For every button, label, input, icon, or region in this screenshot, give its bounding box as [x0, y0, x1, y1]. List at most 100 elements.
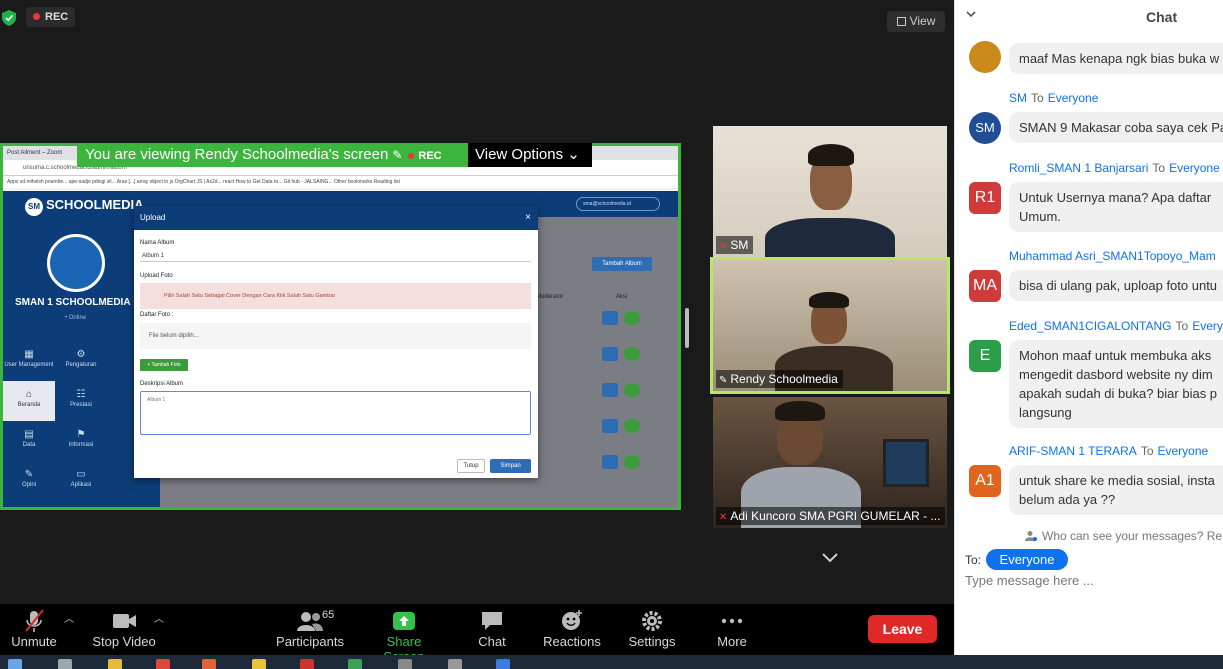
chrome-icon[interactable]	[300, 659, 314, 669]
grid-icon	[896, 17, 906, 26]
folder-icon[interactable]	[108, 659, 122, 669]
app-icon[interactable]	[398, 659, 412, 669]
stop-video-label: Stop Video	[92, 634, 156, 649]
view-options-button[interactable]: View Options ⌄	[468, 143, 592, 167]
search-icon[interactable]	[58, 659, 72, 669]
chat-label: Chat	[478, 634, 506, 649]
shield-icon[interactable]	[2, 10, 16, 26]
app-icon[interactable]	[448, 659, 462, 669]
modal-title: Upload	[140, 213, 166, 222]
app-icon[interactable]	[202, 659, 216, 669]
nav-beranda: ⌂ Beranda	[3, 381, 55, 421]
to-label: To:	[965, 553, 982, 567]
deskripsi-textarea: Album 1	[140, 391, 531, 435]
edit-icon	[602, 347, 618, 361]
chat-icon	[482, 612, 502, 630]
who-can-see-link[interactable]: Who can see your messages? Re	[1025, 529, 1222, 543]
unmute-label: Unmute	[11, 634, 57, 649]
chevron-down-icon[interactable]	[965, 9, 977, 19]
chat-message-text: Untuk Usernya mana? Apa daftar Umum.	[1009, 182, 1223, 232]
browser-icon[interactable]	[156, 659, 170, 669]
person-icon	[1025, 531, 1037, 541]
recipient-selector[interactable]: Everyone	[986, 549, 1068, 570]
to-word: To	[1031, 91, 1044, 105]
shared-screen[interactable]: Post Ailment – Zoom unsuma.c.schoolmedia…	[0, 143, 681, 510]
avatar: SM	[969, 112, 1001, 144]
avatar: MA	[969, 270, 1001, 302]
viewing-banner: You are viewing Rendy Schoolmedia's scre…	[77, 143, 468, 167]
record-dot-icon	[33, 13, 40, 20]
nav-label: User Management	[4, 362, 54, 368]
chat-panel: Chat maaf Mas kenapa ngk bias buka w SM …	[954, 0, 1223, 655]
meeting-area: REC View Post Ailment – Zoom unsuma.c.sc…	[0, 0, 954, 604]
app-icon[interactable]	[348, 659, 362, 669]
zoom-icon[interactable]	[496, 659, 510, 669]
more-dots-icon	[721, 618, 743, 624]
edit-icon	[602, 383, 618, 397]
upload-modal: Upload × Nama Album Album 1 Upload Foto P…	[134, 206, 538, 478]
nav-label: Data	[22, 442, 36, 448]
chat-recipient: Everyone	[1047, 91, 1099, 105]
banner-rec-label: REC	[418, 150, 442, 162]
chat-button[interactable]: Chat	[472, 608, 512, 649]
participant-name-tag: ✎ Rendy Schoolmedia	[716, 370, 843, 388]
app-icon[interactable]	[252, 659, 266, 669]
file-list: File belum dipilih...	[140, 323, 531, 349]
banner-recording: REC	[408, 150, 442, 162]
participant-tile-rendy[interactable]: ✎ Rendy Schoolmedia	[710, 257, 950, 394]
nama-album-field: Album 1	[140, 250, 531, 262]
chevron-down-icon: ⌄	[567, 146, 580, 163]
browser-bookmarks-bar: Apps sd.mihelsh poumbe... ape-sadjo pdin…	[3, 176, 678, 188]
chat-sender-line: Romli_SMAN 1 Banjarsari To Everyone	[1009, 161, 1220, 175]
nav-data: ▤ Data	[3, 421, 55, 461]
data-icon: ▤	[24, 429, 34, 440]
nav-label: Pengaturan	[65, 362, 97, 368]
chevron-up-icon[interactable]: ︿	[64, 610, 74, 625]
settings-icon: ⚙	[76, 349, 86, 360]
participant-tile-adi[interactable]: ✕ Adi Kuncoro SMA PGRI GUMELAR - ...	[713, 397, 947, 528]
unmute-button[interactable]: Unmute	[10, 608, 58, 649]
view-icon	[624, 383, 640, 397]
nav-label: Informasi	[68, 442, 94, 448]
nav-prestasi: ☷ Prestasi	[55, 381, 107, 421]
pen-icon: ✎	[24, 469, 34, 480]
participant-name-tag: ✕ SM	[716, 236, 754, 254]
nav-opini: ✎ Opini	[3, 461, 55, 501]
mic-muted-icon: ✕	[719, 512, 728, 523]
school-emblem-icon	[47, 234, 105, 292]
recording-badge[interactable]: REC	[26, 7, 76, 27]
reactions-button[interactable]: Reactions	[542, 608, 602, 649]
mic-muted-icon: ✎	[392, 148, 403, 162]
leave-button[interactable]: Leave	[868, 615, 937, 643]
view-button[interactable]: View	[887, 11, 945, 32]
participant-tile-sm[interactable]: ✕ SM	[713, 126, 947, 257]
chat-sender: Romli_SMAN 1 Banjarsari	[1009, 161, 1149, 175]
view-icon	[624, 419, 640, 433]
who-can-see-text: Who can see your messages? Re	[1042, 529, 1223, 543]
meeting-toolbar: Unmute ︿ Stop Video ︿ Participants 65 Sh…	[0, 604, 954, 664]
chat-message-input[interactable]	[965, 571, 1215, 589]
app-logo-mark: SM	[25, 198, 43, 216]
nav-label: Aplikasi	[70, 482, 92, 488]
participant-hair	[809, 292, 849, 308]
more-button[interactable]: More	[712, 608, 752, 649]
chat-message-text: untuk share ke media sosial, insta belum…	[1009, 465, 1223, 515]
header-email: sma@schoolmedia.id	[576, 197, 660, 211]
tutup-button: Tutup	[457, 459, 485, 473]
chevron-up-icon[interactable]: ︿	[154, 610, 164, 625]
nav-aplikasi: ▭ Aplikasi	[55, 461, 107, 501]
stop-video-button[interactable]: Stop Video	[92, 608, 156, 649]
edit-icon	[602, 311, 618, 325]
settings-button[interactable]: Settings	[626, 608, 678, 649]
alert-text: Pilih Salah Satu Sebagai Cover Dengan Ca…	[164, 293, 336, 299]
start-icon[interactable]	[8, 659, 22, 669]
chat-title: Chat	[1146, 9, 1178, 25]
video-camera-icon	[113, 614, 136, 628]
chat-recipient: Everyone	[1169, 161, 1220, 175]
avatar: E	[969, 340, 1001, 372]
chat-recipient: Every	[1192, 319, 1223, 333]
browser-tab-title: Post Ailment – Zoom	[7, 150, 63, 156]
chat-message-text: Mohon maaf untuk membuka aks mengedit da…	[1009, 340, 1223, 428]
chevron-down-icon[interactable]	[821, 551, 839, 565]
split-handle[interactable]	[685, 308, 689, 348]
